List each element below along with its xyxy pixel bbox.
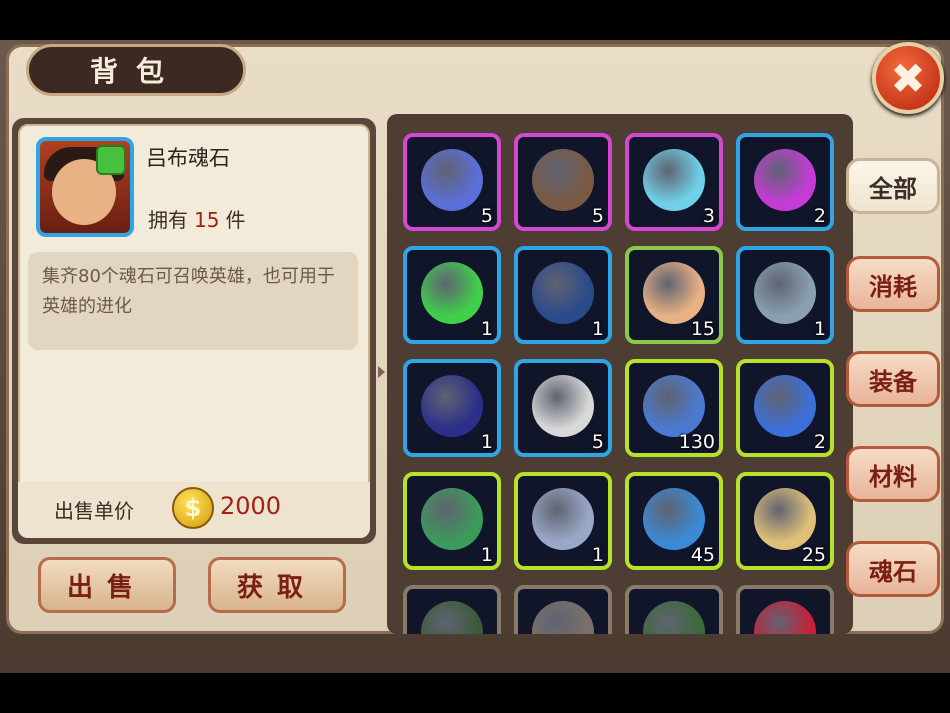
owned-prefix: 拥有 <box>148 208 188 232</box>
item-count: 1 <box>480 318 493 340</box>
panel-title-tab: 背包 <box>26 44 246 96</box>
gem-amulet-icon <box>754 375 816 437</box>
tab-category[interactable]: 材料 <box>846 446 940 502</box>
inventory-slot[interactable]: 1 <box>514 246 612 344</box>
magic-orb-icon <box>643 149 705 211</box>
item-count: 5 <box>591 431 604 453</box>
ruby-item-icon <box>754 601 816 634</box>
inventory-slot[interactable]: 25 <box>736 472 834 570</box>
owned-count: 拥有 15 件 <box>148 204 245 233</box>
leaf-item-icon <box>643 601 705 634</box>
tab-label: 材料 <box>869 462 917 491</box>
green-vial-icon <box>421 262 483 324</box>
price-label: 出售单价 <box>54 499 134 523</box>
obtain-button-label: 获取 <box>236 572 317 603</box>
blue-scroll-icon <box>643 375 705 437</box>
item-count: 45 <box>690 544 715 566</box>
owned-suffix: 件 <box>225 208 246 232</box>
inventory-slot[interactable]: 1 <box>514 472 612 570</box>
tab-label: 魂石 <box>869 557 917 586</box>
owned-number: 15 <box>194 208 220 232</box>
inventory-slot[interactable]: 1 <box>403 246 501 344</box>
vine-item-icon <box>421 601 483 634</box>
inventory-slot[interactable]: 5 <box>514 359 612 457</box>
lubu-soulstone-detail-icon <box>36 137 134 237</box>
item-count: 25 <box>801 544 826 566</box>
inventory-slot[interactable]: 1 <box>403 359 501 457</box>
sell-button-label: 出售 <box>66 572 147 603</box>
inventory-slot[interactable]: 2 <box>736 359 834 457</box>
silver-stone-icon <box>532 375 594 437</box>
inventory-slot[interactable] <box>736 585 834 634</box>
close-button[interactable]: ✖ <box>872 42 944 114</box>
item-count: 15 <box>690 318 715 340</box>
obtain-button[interactable]: 获取 <box>208 557 346 613</box>
inventory-slot[interactable]: 2 <box>736 133 834 231</box>
inventory-slot[interactable]: 1 <box>403 472 501 570</box>
thread-spool-icon <box>421 149 483 211</box>
item-count: 1 <box>480 544 493 566</box>
item-count: 1 <box>480 431 493 453</box>
net-stone-icon <box>532 149 594 211</box>
tab-label: 装备 <box>869 367 917 396</box>
inventory-slot[interactable]: 3 <box>625 133 723 231</box>
item-count: 1 <box>591 544 604 566</box>
coin-symbol: $ <box>184 494 202 522</box>
broken-blade-icon <box>532 488 594 550</box>
gold-coin-icon: $ <box>172 487 214 529</box>
item-description: 集齐80个魂石可召唤英雄，也可用于英雄的进化 <box>42 266 335 317</box>
item-count: 5 <box>591 205 604 227</box>
sealed-scroll-icon <box>754 488 816 550</box>
price-value: 2000 <box>220 492 282 520</box>
tab-category[interactable]: 装备 <box>846 351 940 407</box>
tab-category[interactable]: 全部 <box>846 158 940 214</box>
inventory-slot[interactable]: 130 <box>625 359 723 457</box>
tab-label: 全部 <box>869 174 917 203</box>
inventory-slot[interactable] <box>625 585 723 634</box>
item-count: 130 <box>678 431 715 453</box>
purple-potion-icon <box>754 149 816 211</box>
inventory-slot[interactable]: 5 <box>403 133 501 231</box>
inventory-grid[interactable]: 5 5 3 2 1 1 15 1 1 5 130 2 1 1 45 25 <box>387 114 853 634</box>
item-count: 5 <box>480 205 493 227</box>
tab-label: 消耗 <box>869 272 917 301</box>
lubu-soulstone-icon <box>643 262 705 324</box>
expand-arrow-icon <box>378 366 385 378</box>
item-name: 吕布魂石 <box>146 146 230 170</box>
inventory-slot[interactable] <box>403 585 501 634</box>
jade-dragon-icon <box>421 488 483 550</box>
inventory-slot[interactable] <box>514 585 612 634</box>
close-icon: ✖ <box>890 53 926 103</box>
item-count: 1 <box>591 318 604 340</box>
item-count: 2 <box>813 205 826 227</box>
item-count: 2 <box>813 431 826 453</box>
item-count: 3 <box>702 205 715 227</box>
wolf-hero-soulstone-icon <box>532 262 594 324</box>
inventory-slot[interactable]: 15 <box>625 246 723 344</box>
puzzle-piece-icon <box>96 145 126 175</box>
tab-category[interactable]: 魂石 <box>846 541 940 597</box>
sell-button[interactable]: 出售 <box>38 557 176 613</box>
gray-item-icon <box>532 601 594 634</box>
inventory-slot[interactable]: 45 <box>625 472 723 570</box>
inventory-slot[interactable]: 1 <box>736 246 834 344</box>
stone-bow-icon <box>754 262 816 324</box>
page-title: 背包 <box>89 55 182 88</box>
tab-category[interactable]: 消耗 <box>846 256 940 312</box>
rune-book-icon <box>643 488 705 550</box>
pirate-hat-icon <box>421 375 483 437</box>
item-count: 1 <box>813 318 826 340</box>
inventory-slot[interactable]: 5 <box>514 133 612 231</box>
